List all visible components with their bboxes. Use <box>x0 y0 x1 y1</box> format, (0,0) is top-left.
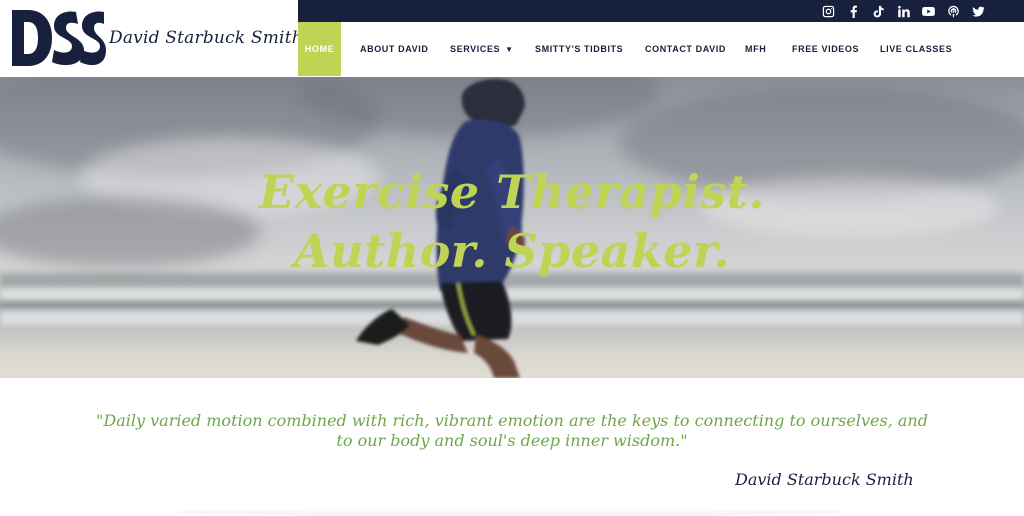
nav-classes-label: LIVE CLASSES <box>880 44 953 54</box>
instagram-icon[interactable] <box>820 3 836 19</box>
section-divider <box>170 508 850 516</box>
nav-videos-label: FREE VIDEOS <box>792 44 860 54</box>
quote-attribution: David Starbuck Smith <box>735 470 914 489</box>
facebook-icon[interactable] <box>845 3 861 19</box>
social-bar <box>298 0 1024 22</box>
quote-text-line1: "Daily varied motion combined with rich,… <box>96 411 928 430</box>
nav-live-classes[interactable]: LIVE CLASSES <box>880 22 952 76</box>
nav-free-videos[interactable]: FREE VIDEOS <box>792 22 859 76</box>
social-links <box>820 0 986 22</box>
main-nav: HOME ABOUT DAVID SERVICES ▼ SMITTY'S TID… <box>298 22 1024 77</box>
nav-services-label: SERVICES <box>450 44 501 54</box>
nav-contact-label: CONTACT DAVID <box>645 44 726 54</box>
logo-name: David Starbuck Smith <box>109 28 303 48</box>
linkedin-icon[interactable] <box>895 3 911 19</box>
hero-headline-line2: Author. Speaker. <box>293 224 731 278</box>
nav-smittys-tidbits[interactable]: SMITTY'S TIDBITS <box>535 22 623 76</box>
dss-logo-mark <box>12 10 106 66</box>
nav-home[interactable]: HOME <box>298 22 341 76</box>
nav-about-label: ABOUT DAVID <box>360 44 429 54</box>
nav-about-david[interactable]: ABOUT DAVID <box>360 22 428 76</box>
hero-headline-line1: Exercise Therapist. <box>259 165 765 219</box>
tiktok-icon[interactable] <box>870 3 886 19</box>
quote-text-line2: to our body and soul's deep inner wisdom… <box>336 431 688 450</box>
nav-services[interactable]: SERVICES ▼ <box>450 22 514 76</box>
podcast-icon[interactable] <box>945 3 961 19</box>
nav-mfh-label: MFH <box>745 44 767 54</box>
site-logo[interactable]: David Starbuck Smith <box>0 0 303 77</box>
nav-home-label: HOME <box>304 44 335 54</box>
youtube-icon[interactable] <box>920 3 936 19</box>
chevron-down-icon: ▼ <box>505 44 514 54</box>
hero-banner: Exercise Therapist. Author. Speaker. <box>0 77 1024 378</box>
nav-tidbits-label: SMITTY'S TIDBITS <box>535 44 624 54</box>
nav-mfh[interactable]: MFH <box>745 22 766 76</box>
twitter-icon[interactable] <box>970 3 986 19</box>
nav-contact-david[interactable]: CONTACT DAVID <box>645 22 726 76</box>
quote-block: "Daily varied motion combined with rich,… <box>0 411 1024 451</box>
